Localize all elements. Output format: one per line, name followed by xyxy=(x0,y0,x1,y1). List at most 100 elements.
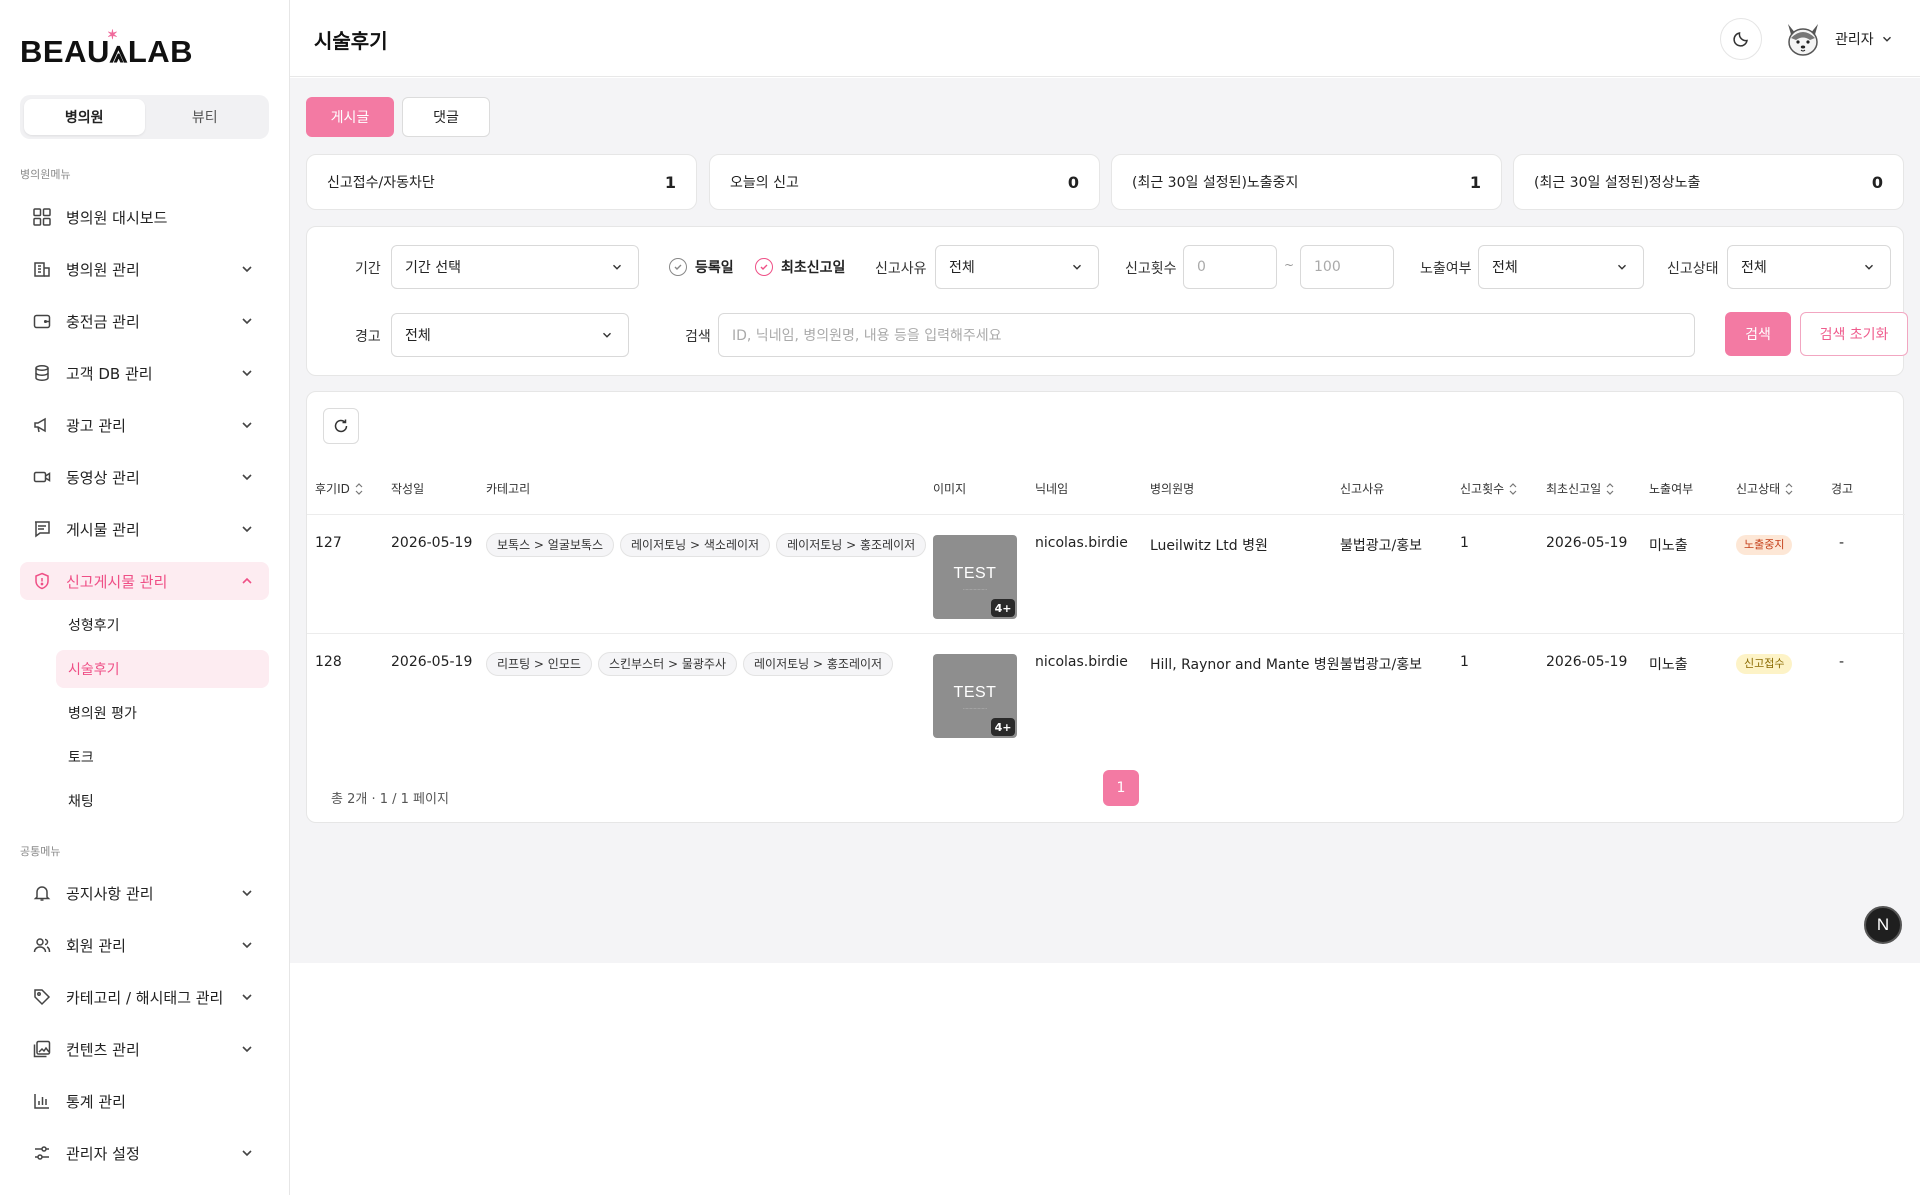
count-range-separator: ~ xyxy=(1284,258,1295,272)
refresh-button[interactable] xyxy=(323,408,359,444)
sub-item-chat[interactable]: 채팅 xyxy=(56,782,269,820)
reason-select[interactable]: 전체 xyxy=(935,245,1099,289)
warning-select[interactable]: 전체 xyxy=(391,313,629,357)
bar-chart-icon xyxy=(32,1091,52,1111)
review-image-thumbnail[interactable]: TEST ……………… 4+ xyxy=(933,535,1017,619)
cell-status: 노출중지 xyxy=(1736,535,1793,555)
sub-item-hospital-rating[interactable]: 병의원 평가 xyxy=(56,694,269,732)
search-input[interactable]: ID, 닉네임, 병의원명, 내용 등을 입력해주세요 xyxy=(718,313,1695,357)
theme-toggle-button[interactable] xyxy=(1720,18,1762,60)
cell-categories: 보톡스 > 얼굴보톡스 레이저토닝 > 색소레이저 레이저토닝 > 홍조레이저 xyxy=(486,533,932,557)
count-max-input[interactable]: 100 xyxy=(1300,245,1394,289)
nav-member-manage[interactable]: 회원 관리 xyxy=(20,926,269,964)
count-label: 신고횟수 xyxy=(1125,261,1177,277)
stat-value: 0 xyxy=(1871,172,1883,192)
col-header-first-report[interactable]: 최초신고일 xyxy=(1546,480,1615,497)
section-label-common: 공통메뉴 xyxy=(20,845,61,858)
header-label: 신고상태 xyxy=(1736,482,1781,496)
sub-item-surgery-review[interactable]: 성형후기 xyxy=(56,606,269,644)
images-icon xyxy=(32,1039,52,1059)
cell-nickname: nicolas.birdie xyxy=(1035,654,1128,670)
nav-admin-settings[interactable]: 관리자 설정 xyxy=(20,1134,269,1172)
cell-first-report: 2026-05-19 xyxy=(1546,654,1628,670)
nav-video-manage[interactable]: 동영상 관리 xyxy=(20,458,269,496)
chevron-down-icon xyxy=(242,1046,252,1053)
chevron-down-icon xyxy=(1882,36,1891,42)
stat-card-exposure-stopped: (최근 30일 설정된)노출중지 1 xyxy=(1111,154,1502,210)
chevron-down-icon xyxy=(242,526,252,533)
stat-card-today-reports: 오늘의 신고 0 xyxy=(709,154,1100,210)
admin-menu[interactable]: 관리자 xyxy=(1835,29,1894,49)
nav-label: 병의원 관리 xyxy=(66,260,140,279)
stat-value: 1 xyxy=(1469,172,1481,192)
stat-label: (최근 30일 설정된)정상노출 xyxy=(1534,175,1701,191)
col-header-exposure: 노출여부 xyxy=(1649,480,1693,497)
cell-categories: 리프팅 > 인모드 스킨부스터 > 물광주사 레이저토닝 > 홍조레이저 xyxy=(486,652,899,676)
cell-review-id: 128 xyxy=(315,654,342,670)
sort-icon xyxy=(355,482,363,495)
count-min-input[interactable]: 0 xyxy=(1183,245,1277,289)
sub-item-procedure-review[interactable]: 시술후기 xyxy=(56,650,269,688)
nav-charge-manage[interactable]: 충전금 관리 xyxy=(20,302,269,340)
segment-hospital[interactable]: 병의원 xyxy=(24,99,145,135)
chevron-down-icon xyxy=(242,474,252,481)
logo[interactable]: BEAU⩓LAB ✶ xyxy=(20,27,193,71)
search-button[interactable]: 검색 xyxy=(1725,312,1791,356)
category-chip: 레이저토닝 > 홍조레이저 xyxy=(742,652,894,676)
category-chip: 레이저토닝 > 색소레이저 xyxy=(620,533,771,557)
col-header-hospital: 병의원명 xyxy=(1150,480,1194,497)
nav-category-hashtag[interactable]: 카테고리 / 해시태그 관리 xyxy=(20,978,269,1016)
tab-posts[interactable]: 게시글 xyxy=(306,97,394,137)
exposure-select[interactable]: 전체 xyxy=(1478,245,1644,289)
sub-item-talk[interactable]: 토크 xyxy=(56,738,269,776)
logo-star-icon: ✶ xyxy=(107,27,119,42)
category-chip: 레이저토닝 > 홍조레이저 xyxy=(776,533,927,557)
col-header-review-id[interactable]: 후기ID xyxy=(315,480,364,497)
status-select[interactable]: 전체 xyxy=(1727,245,1891,289)
col-header-reason: 신고사유 xyxy=(1340,480,1384,497)
stat-value: 1 xyxy=(664,172,676,192)
count-min-placeholder: 0 xyxy=(1197,259,1206,275)
nav-content-manage[interactable]: 컨텐츠 관리 xyxy=(20,1030,269,1068)
col-header-status[interactable]: 신고상태 xyxy=(1736,480,1794,497)
reset-search-button[interactable]: 검색 초기화 xyxy=(1800,312,1908,356)
nav-label: 신고게시물 관리 xyxy=(66,572,168,591)
nav-label: 동영상 관리 xyxy=(66,468,140,487)
page-button-1[interactable]: 1 xyxy=(1103,770,1139,806)
category-segment: 병의원 뷰티 xyxy=(20,95,269,139)
period-select[interactable]: 기간 선택 xyxy=(391,245,639,289)
avatar[interactable] xyxy=(1782,18,1824,60)
nav-hospital-manage[interactable]: 병의원 관리 xyxy=(20,250,269,288)
chevron-down-icon xyxy=(1618,264,1626,270)
col-header-report-count[interactable]: 신고횟수 xyxy=(1460,480,1518,497)
report-submenu: 성형후기 시술후기 병의원 평가 토크 채팅 xyxy=(20,606,269,820)
radio-label: 최초신고일 xyxy=(781,260,846,276)
review-image-thumbnail[interactable]: TEST ……………… 4+ xyxy=(933,654,1017,738)
nav-post-manage[interactable]: 게시물 관리 xyxy=(20,510,269,548)
search-label: 검색 xyxy=(685,329,711,345)
nav-label: 통계 관리 xyxy=(66,1092,126,1111)
radio-first-report-date[interactable]: 최초신고일 xyxy=(755,257,845,277)
chevron-down-icon xyxy=(242,1150,252,1157)
floating-action-button[interactable]: N xyxy=(1864,906,1902,944)
tag-icon xyxy=(32,987,52,1007)
nav-hospital-dashboard[interactable]: 병의원 대시보드 xyxy=(20,198,269,236)
tab-comments[interactable]: 댓글 xyxy=(402,97,490,137)
nav-stats-manage[interactable]: 통계 관리 xyxy=(20,1082,269,1120)
col-header-category: 카테고리 xyxy=(486,480,530,497)
chevron-down-icon xyxy=(242,370,252,377)
chevron-down-icon xyxy=(1865,264,1873,270)
cell-warning: - xyxy=(1839,535,1845,551)
nav-customer-db[interactable]: 고객 DB 관리 xyxy=(20,354,269,392)
nav-report-manage[interactable]: 신고게시물 관리 xyxy=(20,562,269,600)
col-header-date: 작성일 xyxy=(391,480,424,497)
radio-register-date[interactable]: 등록일 xyxy=(669,257,734,277)
chevron-down-icon xyxy=(1073,264,1081,270)
header-label: 이미지 xyxy=(933,482,967,496)
cell-exposure: 미노출 xyxy=(1649,538,1688,554)
sort-icon xyxy=(1606,482,1614,495)
col-header-nickname: 닉네임 xyxy=(1035,480,1068,497)
segment-beauty[interactable]: 뷰티 xyxy=(145,99,266,135)
nav-ad-manage[interactable]: 광고 관리 xyxy=(20,406,269,444)
nav-notice-manage[interactable]: 공지사항 관리 xyxy=(20,874,269,912)
